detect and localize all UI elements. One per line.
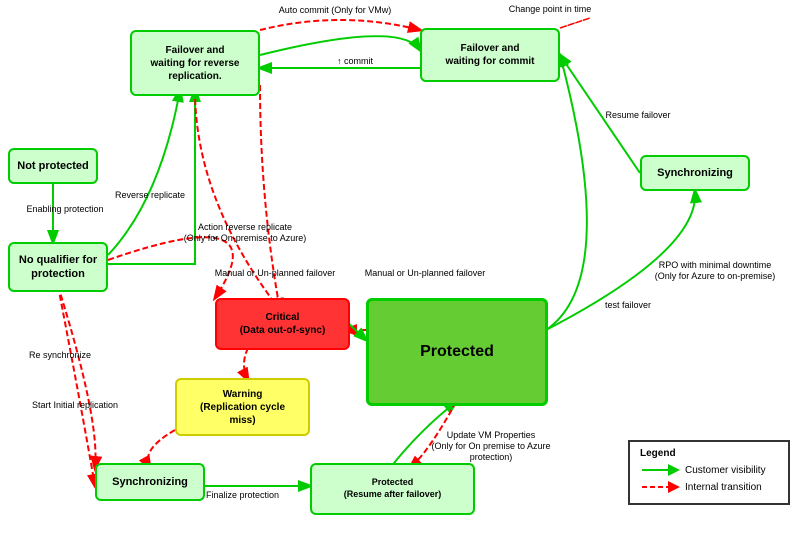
legend-item-red: Internal transition xyxy=(640,480,778,494)
legend-title: Legend xyxy=(640,448,778,459)
label-start-initial: Start Initial replication xyxy=(30,400,120,411)
legend-red-label: Internal transition xyxy=(685,482,762,493)
legend-green-arrow xyxy=(640,463,685,477)
label-re-synchronize: Re synchronize xyxy=(20,350,100,361)
node-protected-bot: Protected(Resume after failover) xyxy=(310,463,475,515)
legend-red-arrow xyxy=(640,480,685,494)
legend-green-label: Customer visibility xyxy=(685,465,766,476)
label-reverse-replicate: Reverse replicate xyxy=(105,190,195,201)
label-manual-bot: Manual or Un-planned failover xyxy=(360,268,490,279)
node-failover-commit-top: Failover andwaiting for commit xyxy=(420,28,560,82)
label-finalize-protection: Finalize protection xyxy=(195,490,290,501)
label-change-point: Change point in time xyxy=(480,4,620,15)
node-synchronizing-bot: Synchronizing xyxy=(95,463,205,501)
node-not-protected: Not protected xyxy=(8,148,98,184)
label-action-reverse: Action reverse replicate(Only for On-pre… xyxy=(170,222,320,244)
diagram-container: Not protected No qualifier forprotection… xyxy=(0,0,804,555)
node-synchronizing-top: Synchronizing xyxy=(640,155,750,191)
legend-box: Legend Customer visibility xyxy=(628,440,790,505)
node-warning: Warning(Replication cyclemiss) xyxy=(175,378,310,436)
node-no-qualifier: No qualifier forprotection xyxy=(8,242,108,292)
label-auto-commit: Auto commit (Only for VMw) xyxy=(260,5,410,16)
label-resume-failover: Resume failover xyxy=(588,110,688,121)
label-test-failover: test failover xyxy=(588,300,668,311)
node-failover-reverse-top: Failover andwaiting for reversereplicati… xyxy=(130,30,260,96)
label-enabling-protection: Enabling protection xyxy=(20,204,110,215)
legend-item-green: Customer visibility xyxy=(640,463,778,477)
node-protected: Protected xyxy=(366,298,548,406)
label-update-vm: Update VM Properties(Only for On premise… xyxy=(416,430,566,462)
label-rpo: RPO with minimal downtime(Only for Azure… xyxy=(640,260,790,282)
label-commit: ↑ commit xyxy=(320,56,390,67)
node-critical: Critical(Data out-of-sync) xyxy=(215,298,350,350)
label-manual-top: Manual or Un-planned failover xyxy=(210,268,340,279)
